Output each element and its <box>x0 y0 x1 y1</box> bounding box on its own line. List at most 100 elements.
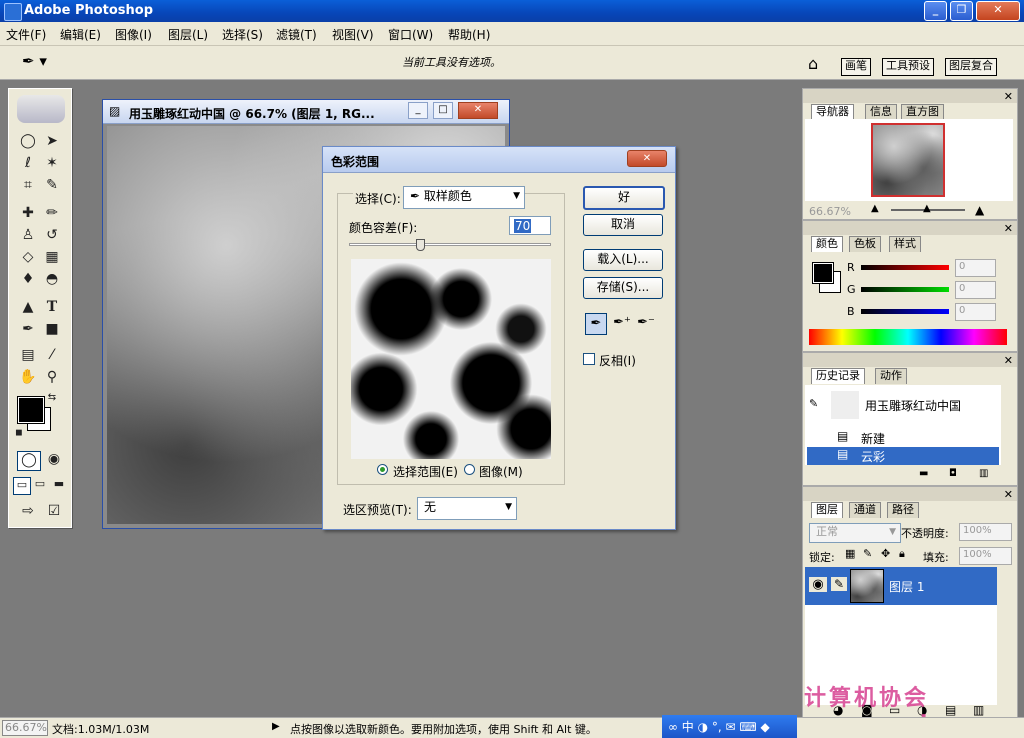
pen-tool-icon[interactable]: ✒ <box>17 319 39 339</box>
zoom-slider-thumb[interactable]: ▲ <box>923 203 931 214</box>
notes-tool-icon[interactable]: ▤ <box>17 345 39 365</box>
menu-help[interactable]: 帮助(H) <box>448 26 490 43</box>
eyedropper-plus-icon[interactable]: ✒⁺ <box>611 313 633 335</box>
dialog-close-icon[interactable]: ✕ <box>627 150 667 167</box>
lock-image-icon[interactable]: ✎ <box>863 547 872 560</box>
radio-image[interactable] <box>464 464 475 475</box>
gradient-tool-icon[interactable]: ▦ <box>41 247 63 267</box>
restore-icon[interactable]: ❐ <box>950 1 973 21</box>
snapshot-name[interactable]: 用玉雕琢红动中国 <box>865 397 961 414</box>
menu-view[interactable]: 视图(V) <box>332 26 374 43</box>
doc-maximize-icon[interactable]: □ <box>433 102 453 119</box>
tab-info[interactable]: 信息 <box>865 104 897 120</box>
channel-r-slider[interactable] <box>861 265 949 270</box>
tab-channels[interactable]: 通道 <box>849 502 881 518</box>
lock-all-icon[interactable]: 🔒︎ <box>899 547 905 561</box>
select-dropdown[interactable]: ✒ 取样颜色 ▼ <box>403 186 525 209</box>
close-icon[interactable]: ✕ <box>1004 90 1013 103</box>
tab-layers[interactable]: 图层 <box>811 502 843 518</box>
screen-mode-full-icon[interactable]: ▬ <box>51 477 67 493</box>
swap-colors-icon[interactable]: ⇆ <box>45 391 59 405</box>
preview-dropdown[interactable]: 无 ▼ <box>417 497 517 520</box>
healing-brush-icon[interactable]: ✚ <box>17 203 39 223</box>
lasso-tool-icon[interactable]: ℓ <box>17 153 39 173</box>
fuzziness-input[interactable]: 70 <box>509 216 551 235</box>
eyedropper-tool-preset-icon[interactable]: ✒ ▾ <box>22 52 47 70</box>
spectrum-bar[interactable] <box>809 329 1007 345</box>
close-icon[interactable]: ✕ <box>1004 222 1013 235</box>
tab-histogram[interactable]: 直方图 <box>901 104 944 120</box>
shape-tool-icon[interactable]: ■ <box>41 319 63 339</box>
zoom-out-icon[interactable]: ▲ <box>871 203 879 214</box>
imageready-icon[interactable]: ☑ <box>43 501 65 521</box>
menu-select[interactable]: 选择(S) <box>222 26 263 43</box>
status-arrow-icon[interactable]: ▶ <box>272 721 280 732</box>
brush-link-icon[interactable]: ✎ <box>831 577 847 591</box>
tab-paths[interactable]: 路径 <box>887 502 919 518</box>
screen-mode-standard-icon[interactable]: ▭ <box>13 477 31 495</box>
fuzziness-slider-thumb[interactable] <box>415 239 425 251</box>
crop-tool-icon[interactable]: ⌗ <box>17 175 39 195</box>
close-icon[interactable]: ✕ <box>976 1 1020 21</box>
menu-edit[interactable]: 编辑(E) <box>60 26 101 43</box>
foreground-color-swatch[interactable] <box>17 396 45 424</box>
selection-preview[interactable] <box>351 259 551 459</box>
trash-icon[interactable]: ▥ <box>979 468 988 479</box>
save-button[interactable]: 存储(S)... <box>583 277 663 299</box>
ok-button[interactable]: 好 <box>583 186 665 210</box>
menu-file[interactable]: 文件(F) <box>6 26 46 43</box>
fill-input[interactable]: 100% <box>959 547 1012 565</box>
close-icon[interactable]: ✕ <box>1004 354 1013 367</box>
eraser-tool-icon[interactable]: ◇ <box>17 247 39 267</box>
move-tool-icon[interactable]: ➤ <box>41 131 63 151</box>
channel-b-input[interactable]: 0 <box>955 303 996 321</box>
palette-tab-brushes[interactable]: 画笔 <box>841 58 871 76</box>
slice-tool-icon[interactable]: ✎ <box>41 175 63 195</box>
screen-mode-menu-icon[interactable]: ▭ <box>32 477 48 493</box>
eyedropper-tool-icon[interactable]: ⁄ <box>41 345 63 365</box>
menu-filter[interactable]: 滤镜(T) <box>276 26 317 43</box>
default-colors-icon[interactable]: ◼ <box>13 427 25 439</box>
fuzziness-slider-track[interactable] <box>349 243 551 246</box>
lock-position-icon[interactable]: ✥ <box>881 547 890 560</box>
eyedropper-sample-icon[interactable]: ✒ <box>585 313 607 335</box>
marquee-tool-icon[interactable]: ◯ <box>17 131 39 151</box>
navigator-zoom[interactable]: 66.67% <box>809 205 851 218</box>
cancel-button[interactable]: 取消 <box>583 214 663 236</box>
fg-swatch[interactable] <box>812 262 834 284</box>
quick-mask-icon[interactable]: ◉ <box>43 451 65 469</box>
magic-wand-icon[interactable]: ✶ <box>41 153 63 173</box>
history-item[interactable]: ▤ 新建 <box>807 429 999 447</box>
channel-g-slider[interactable] <box>861 287 949 292</box>
invert-checkbox[interactable] <box>583 353 595 365</box>
tab-color[interactable]: 颜色 <box>811 236 843 252</box>
channel-b-slider[interactable] <box>861 309 949 314</box>
blend-mode-dropdown[interactable]: 正常 ▼ <box>809 523 901 543</box>
menu-window[interactable]: 窗口(W) <box>388 26 433 43</box>
tab-history[interactable]: 历史记录 <box>811 368 865 384</box>
tab-styles[interactable]: 样式 <box>889 236 921 252</box>
blur-tool-icon[interactable]: ♦ <box>17 269 39 289</box>
path-select-icon[interactable]: ▲ <box>17 297 39 317</box>
doc-minimize-icon[interactable]: _ <box>408 102 428 119</box>
eyedropper-minus-icon[interactable]: ✒⁻ <box>635 313 657 335</box>
menu-layer[interactable]: 图层(L) <box>168 26 208 43</box>
doc-close-icon[interactable]: ✕ <box>458 102 498 119</box>
channel-r-input[interactable]: 0 <box>955 259 996 277</box>
standard-mode-icon[interactable]: ◯ <box>17 451 41 471</box>
status-zoom[interactable]: 66.67% <box>2 720 48 736</box>
hand-tool-icon[interactable]: ✋ <box>17 367 39 387</box>
new-document-icon[interactable]: ▬ <box>919 468 928 479</box>
zoom-tool-icon[interactable]: ⚲ <box>41 367 63 387</box>
eye-icon[interactable]: ◉ <box>809 577 827 592</box>
ime-icons[interactable]: ∞ 中 ◑ °, ✉ ⌨ ◆ <box>668 718 770 735</box>
zoom-in-icon[interactable]: ▲ <box>975 203 984 217</box>
channel-g-input[interactable]: 0 <box>955 281 996 299</box>
new-snapshot-icon[interactable]: ◘ <box>949 468 957 479</box>
close-icon[interactable]: ✕ <box>1004 488 1013 501</box>
tab-actions[interactable]: 动作 <box>875 368 907 384</box>
layer-row[interactable]: ◉ ✎ 图层 1 <box>805 567 997 605</box>
palette-well-icon[interactable]: ⌂ <box>808 54 818 73</box>
palette-tab-layer-comps[interactable]: 图层复合 <box>945 58 997 76</box>
dodge-tool-icon[interactable]: ◓ <box>41 269 63 289</box>
